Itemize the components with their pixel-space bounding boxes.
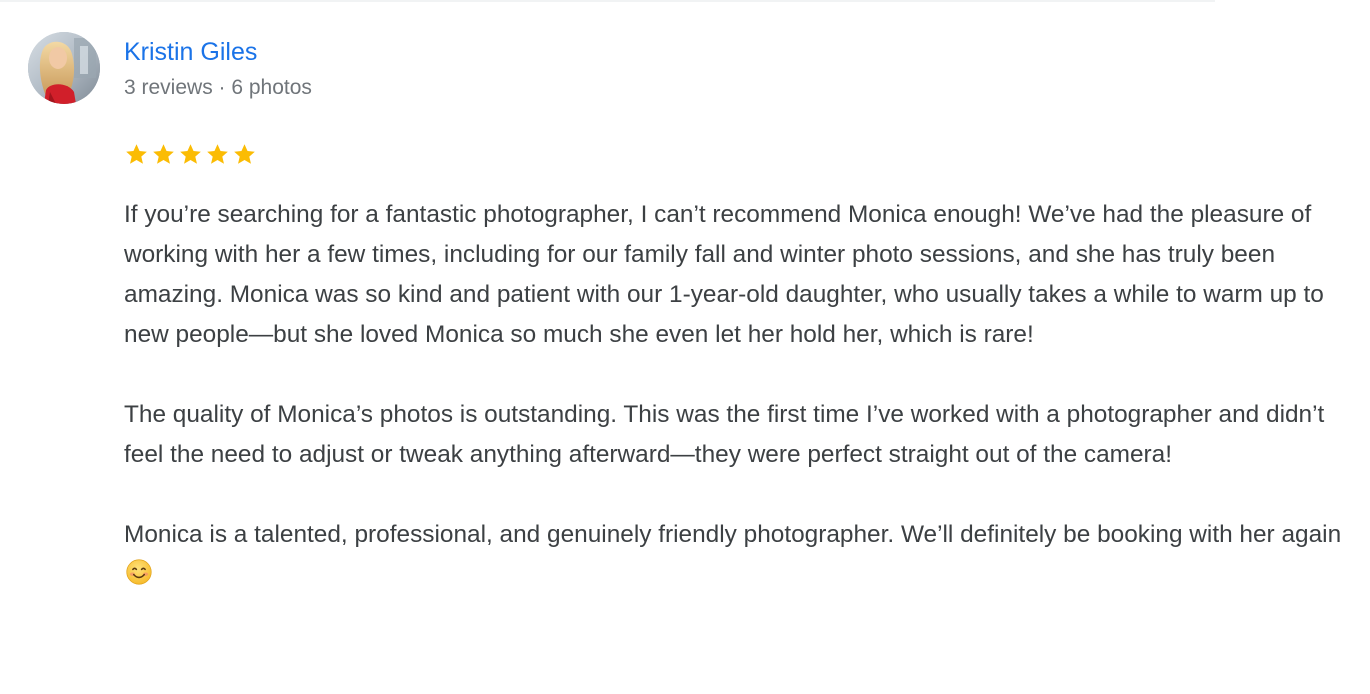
reviewer-name-link[interactable]: Kristin Giles <box>124 36 257 68</box>
review-paragraph: If you’re searching for a fantastic phot… <box>124 201 1324 348</box>
star-icon <box>234 143 255 164</box>
user-photo-avatar-icon <box>28 32 100 104</box>
star-icon <box>180 143 201 164</box>
review-card: Kristin Giles 3 reviews · 6 photos If yo… <box>0 0 1370 694</box>
reviewer-avatar[interactable] <box>28 32 100 104</box>
smiling-face-emoji-icon <box>126 559 152 585</box>
star-icon <box>153 143 174 164</box>
star-icon <box>207 143 228 164</box>
star-icon <box>126 143 147 164</box>
review-paragraph: The quality of Monica’s photos is outsta… <box>124 401 1325 468</box>
review-paragraph-text: Monica is a talented, professional, and … <box>124 521 1342 548</box>
review-paragraph-last: Monica is a talented, professional, and … <box>124 515 1354 595</box>
reviewer-stats: 3 reviews · 6 photos <box>124 76 312 99</box>
star-rating <box>124 139 259 169</box>
review-body: If you’re searching for a fantastic phot… <box>124 195 1354 595</box>
